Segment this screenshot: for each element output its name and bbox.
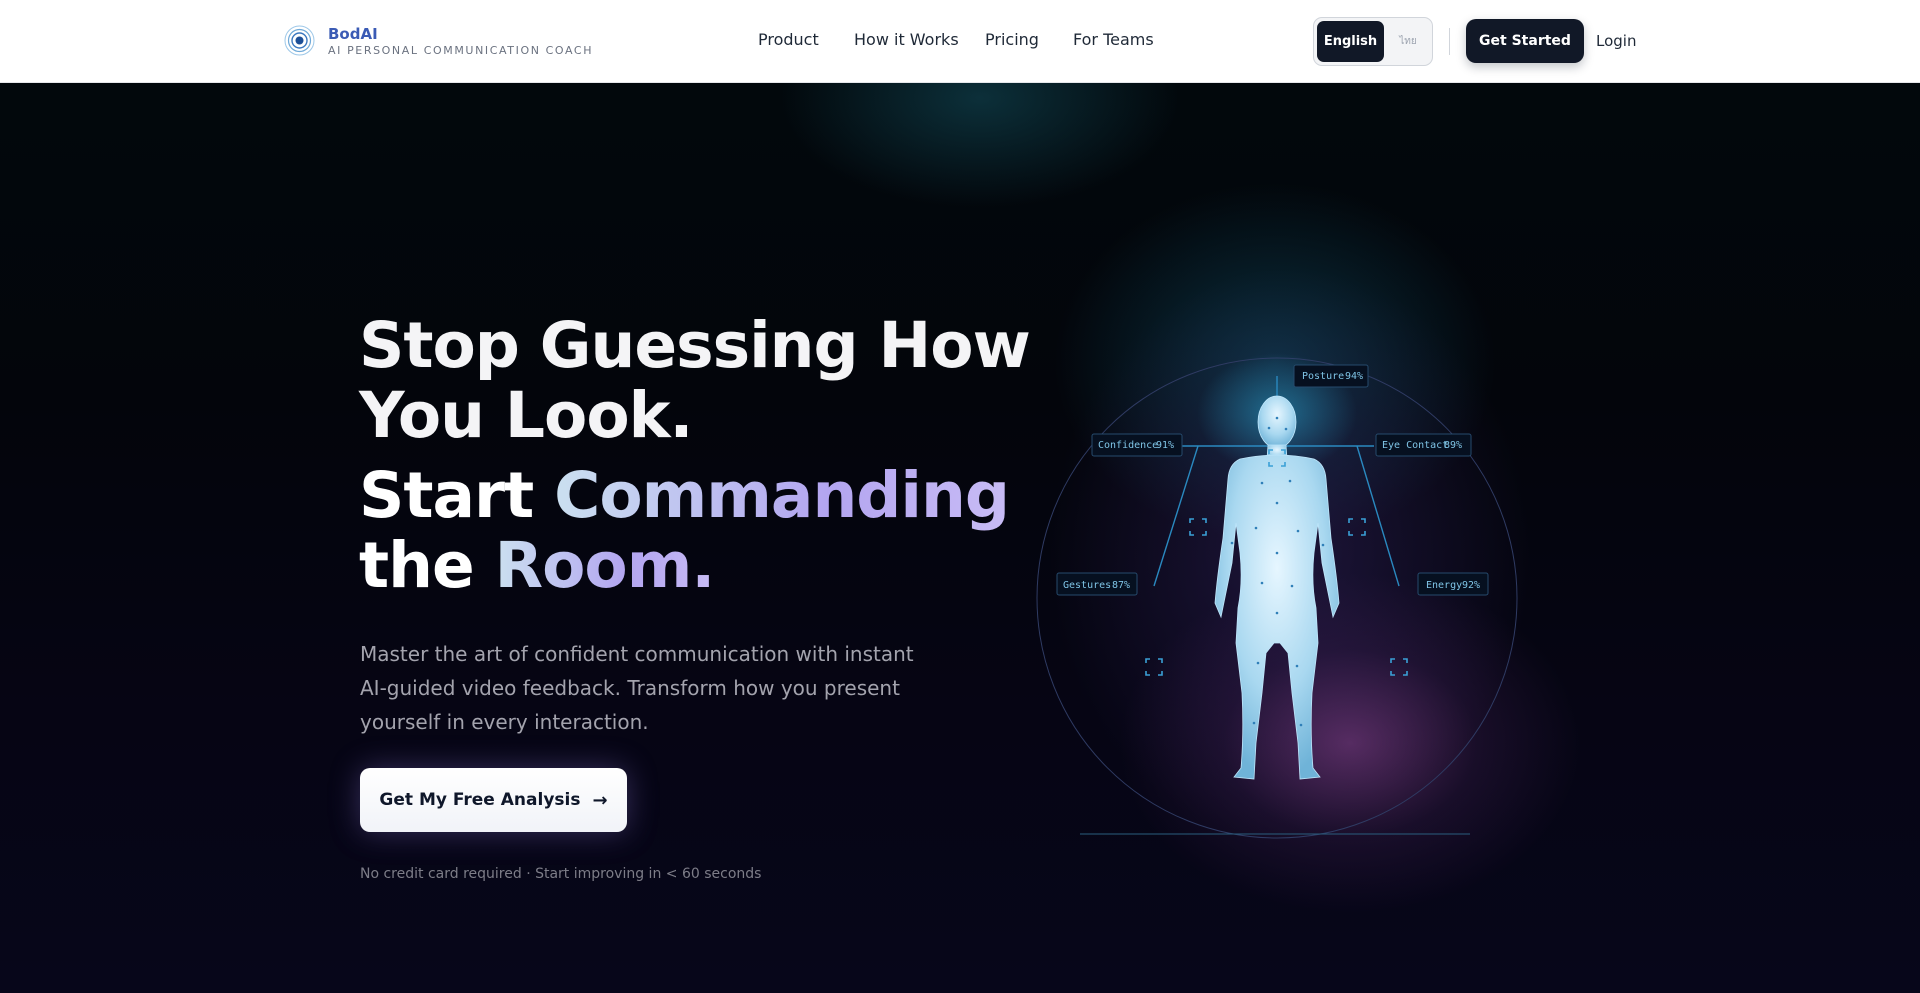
metric-energy-value: 92% xyxy=(1462,580,1480,591)
metric-eye-contact-value: 89% xyxy=(1444,440,1462,451)
focus-bracket-icon xyxy=(1189,518,1207,536)
metric-gestures-value: 87% xyxy=(1112,580,1130,591)
site-header: BodAI AI PERSONAL COMMUNICATION COACH Pr… xyxy=(0,0,1920,83)
nav-product[interactable]: Product xyxy=(758,30,819,49)
focus-bracket-icon xyxy=(1145,658,1163,676)
hero-section: Stop Guessing How You Look. Start Comman… xyxy=(0,83,1920,993)
language-option-thai[interactable]: ไทย xyxy=(1386,21,1430,62)
focus-bracket-icon xyxy=(1348,518,1366,536)
metric-energy-label: Energy xyxy=(1426,580,1462,591)
nav-for-teams[interactable]: For Teams xyxy=(1073,30,1154,49)
metric-confidence-label: Confidence xyxy=(1098,440,1158,451)
login-link[interactable]: Login xyxy=(1596,32,1636,50)
header-divider xyxy=(1449,28,1450,55)
metric-confidence-value: 91% xyxy=(1156,440,1174,451)
language-switcher: English ไทย xyxy=(1313,17,1433,66)
metric-eye-contact-label: Eye Contact xyxy=(1382,440,1448,451)
metric-posture-value: 94% xyxy=(1345,371,1363,382)
nav-pricing[interactable]: Pricing xyxy=(985,30,1039,49)
nav-how-it-works[interactable]: How it Works xyxy=(854,30,959,49)
brand-tagline: AI PERSONAL COMMUNICATION COACH xyxy=(328,44,594,57)
get-started-button[interactable]: Get Started xyxy=(1466,19,1584,63)
metric-gestures-label: Gestures xyxy=(1063,580,1111,591)
brand-name[interactable]: BodAI xyxy=(328,25,378,43)
metric-posture-label: Posture xyxy=(1302,371,1344,382)
focus-bracket-icon xyxy=(1390,658,1408,676)
logo-icon[interactable] xyxy=(284,25,315,56)
body-scan-visual: Posture 94% Confidence 91% Eye Contact 8… xyxy=(1036,353,1518,839)
language-option-english[interactable]: English xyxy=(1317,21,1384,62)
